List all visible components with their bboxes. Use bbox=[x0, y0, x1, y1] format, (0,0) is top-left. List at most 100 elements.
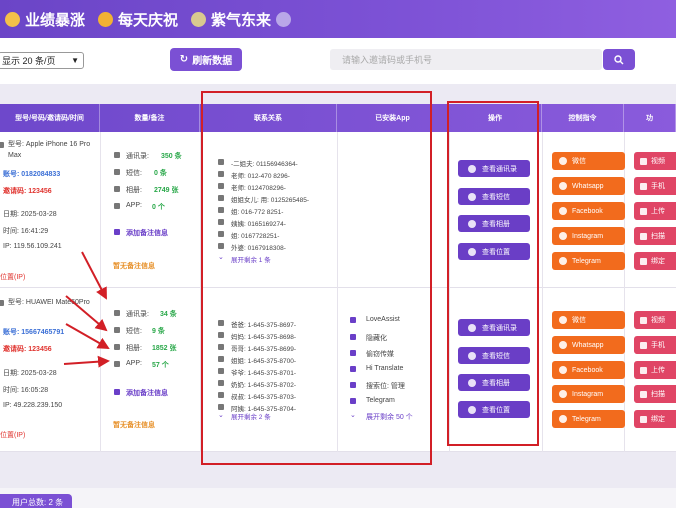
add-note-button[interactable]: 添加备注信息 bbox=[126, 388, 168, 398]
button-label: Whatsapp bbox=[572, 341, 604, 349]
divider bbox=[542, 132, 543, 452]
top-banner: 业绩暴涨 每天庆祝 紫气东来 bbox=[0, 0, 676, 38]
date-value: 日期: 2025-03-28 bbox=[3, 211, 57, 218]
func-bind-button[interactable]: 绑定 bbox=[634, 410, 676, 428]
telegram-icon bbox=[559, 257, 567, 265]
scan-icon bbox=[640, 390, 647, 398]
stat-label: 短信: bbox=[126, 328, 142, 335]
func-video-button[interactable]: 视频 bbox=[634, 152, 676, 170]
stat-value: 34 条 bbox=[160, 311, 177, 318]
phone-icon bbox=[640, 182, 647, 190]
control-facebook-button[interactable]: Facebook bbox=[552, 361, 625, 379]
stat-label: 通讯录: bbox=[126, 153, 149, 160]
func-upload-button[interactable]: 上传 bbox=[634, 202, 676, 220]
control-whatsapp-button[interactable]: Whatsapp bbox=[552, 177, 625, 195]
stat-value: 57 个 bbox=[152, 362, 169, 369]
button-label: 上传 bbox=[651, 208, 665, 215]
ip-value: IP: 119.56.109.241 bbox=[3, 243, 62, 250]
control-facebook-button[interactable]: Facebook bbox=[552, 202, 625, 220]
button-label: Telegram bbox=[572, 257, 601, 265]
control-whatsapp-button[interactable]: Whatsapp bbox=[552, 336, 625, 354]
stat-label: 相册: bbox=[126, 187, 142, 194]
func-scan-button[interactable]: 扫描 bbox=[634, 227, 676, 245]
stat-value: 2749 张 bbox=[154, 187, 179, 194]
button-label: Facebook bbox=[572, 207, 603, 215]
stat-value: 350 条 bbox=[161, 153, 182, 160]
link-icon bbox=[640, 415, 647, 423]
button-label: 视频 bbox=[651, 158, 665, 165]
button-label: Facebook bbox=[572, 366, 603, 374]
emoji-icon bbox=[276, 11, 292, 27]
func-upload-button[interactable]: 上传 bbox=[634, 361, 676, 379]
facebook-icon bbox=[559, 207, 567, 215]
invite-code: 邀请码: 123456 bbox=[3, 346, 52, 353]
stat-value: 0 个 bbox=[152, 204, 165, 211]
col-header-model: 型号/号码/邀请码/时间 bbox=[0, 104, 100, 132]
button-label: Telegram bbox=[572, 415, 601, 423]
button-label: 绑定 bbox=[651, 416, 665, 423]
col-header-func: 功 bbox=[624, 104, 676, 132]
stat-label: 相册: bbox=[126, 345, 142, 352]
upload-icon bbox=[640, 366, 647, 374]
button-label: 手机 bbox=[651, 342, 665, 349]
wechat-icon bbox=[559, 316, 567, 324]
device-model: 型号: Apple iPhone 16 Pro Max bbox=[8, 141, 91, 159]
user-count-badge: 用户总数: 2 条 bbox=[0, 494, 72, 508]
button-label: Instagram bbox=[572, 390, 604, 398]
telegram-icon bbox=[559, 415, 567, 423]
refresh-button[interactable]: ↻ 刷新数据 bbox=[170, 48, 242, 71]
control-wechat-button[interactable]: 微信 bbox=[552, 152, 625, 170]
search-button[interactable] bbox=[603, 49, 635, 70]
wechat-icon bbox=[559, 157, 567, 165]
scan-icon bbox=[640, 232, 647, 240]
button-label: 手机 bbox=[651, 183, 665, 190]
banner-text-2: 每天庆祝 bbox=[118, 11, 179, 29]
whatsapp-icon bbox=[559, 182, 567, 190]
account-value[interactable]: 账号: 15667465791 bbox=[3, 327, 64, 337]
button-label: 绑定 bbox=[651, 258, 665, 265]
control-instagram-button[interactable]: Instagram bbox=[552, 227, 625, 245]
stat-value: 9 条 bbox=[152, 328, 165, 335]
instagram-icon bbox=[559, 232, 567, 240]
control-telegram-button[interactable]: Telegram bbox=[552, 410, 625, 428]
button-label: Whatsapp bbox=[572, 182, 604, 190]
func-video-button[interactable]: 视频 bbox=[634, 311, 676, 329]
location-link[interactable]: 位置(IP) bbox=[0, 430, 25, 440]
page-size-value: 显示 20 条/页 bbox=[2, 56, 56, 66]
button-label: 微信 bbox=[572, 158, 586, 165]
location-link[interactable]: 位置(IP) bbox=[0, 272, 25, 282]
func-phone-button[interactable]: 手机 bbox=[634, 177, 676, 195]
func-bind-button[interactable]: 绑定 bbox=[634, 252, 676, 270]
emoji-icon bbox=[98, 11, 114, 27]
button-label: 视频 bbox=[651, 317, 665, 324]
whatsapp-icon bbox=[559, 341, 567, 349]
func-scan-button[interactable]: 扫描 bbox=[634, 385, 676, 403]
time-value: 时间: 16:05:28 bbox=[3, 387, 49, 394]
contacts-icon bbox=[114, 152, 120, 158]
button-label: 扫描 bbox=[651, 391, 665, 398]
facebook-icon bbox=[559, 366, 567, 374]
func-phone-button[interactable]: 手机 bbox=[634, 336, 676, 354]
search-input[interactable]: 请输入邀请码或手机号 bbox=[330, 49, 602, 70]
date-value: 日期: 2025-03-28 bbox=[3, 370, 57, 377]
button-label: 微信 bbox=[572, 317, 586, 324]
annotation-arrows bbox=[63, 251, 110, 368]
app-icon bbox=[114, 203, 120, 209]
footer bbox=[0, 488, 676, 508]
annotation-box-operations bbox=[447, 101, 539, 446]
phone-icon bbox=[0, 300, 4, 306]
upload-icon bbox=[640, 207, 647, 215]
col-header-count: 数量/备注 bbox=[100, 104, 200, 132]
control-telegram-button[interactable]: Telegram bbox=[552, 252, 625, 270]
control-wechat-button[interactable]: 微信 bbox=[552, 311, 625, 329]
button-label: 扫描 bbox=[651, 233, 665, 240]
control-instagram-button[interactable]: Instagram bbox=[552, 385, 625, 403]
emoji-icon bbox=[5, 11, 20, 27]
stat-label: APP: bbox=[126, 202, 142, 209]
chevron-down-icon: ▼ bbox=[71, 56, 79, 65]
page-size-select[interactable]: 显示 20 条/页 ▼ bbox=[0, 52, 84, 69]
account-value[interactable]: 账号: 0182084833 bbox=[3, 169, 60, 179]
invite-code: 邀请码: 123456 bbox=[3, 188, 52, 195]
col-header-control: 控制指令 bbox=[542, 104, 624, 132]
add-note-button[interactable]: 添加备注信息 bbox=[126, 228, 168, 238]
